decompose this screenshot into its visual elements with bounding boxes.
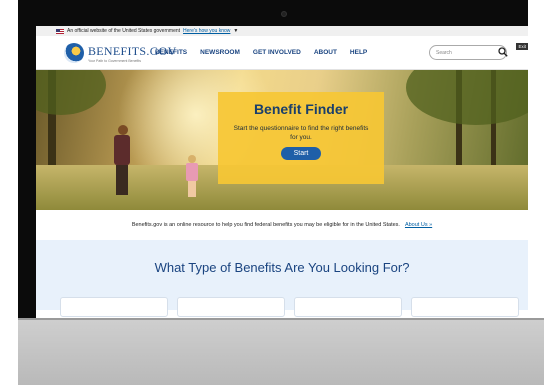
start-button[interactable]: Start bbox=[280, 147, 322, 160]
search-icon[interactable] bbox=[498, 47, 508, 57]
logo-icon bbox=[64, 43, 84, 63]
nav-about[interactable]: ABOUT bbox=[314, 49, 337, 56]
main-nav: BENEFITS NEWSROOM GET INVOLVED ABOUT HEL… bbox=[155, 49, 380, 56]
hero-adult-figure bbox=[111, 125, 133, 195]
about-us-link[interactable]: About Us » bbox=[405, 222, 432, 228]
info-bar: Benefits.gov is an online resource to he… bbox=[36, 210, 528, 240]
hero-foliage bbox=[36, 70, 106, 115]
benefit-types-heading: What Type of Benefits Are You Looking Fo… bbox=[154, 260, 410, 275]
logo-tagline: Your Path to Government Benefits bbox=[88, 58, 141, 63]
benefit-category-card[interactable] bbox=[177, 297, 285, 317]
search-input[interactable]: Search bbox=[429, 45, 507, 60]
monitor: An official website of the United States… bbox=[0, 0, 544, 385]
hero-foliage bbox=[406, 70, 528, 125]
hero-banner: Benefit Finder Start the questionnaire t… bbox=[36, 70, 528, 210]
chevron-down-icon[interactable]: ▼ bbox=[233, 28, 238, 34]
nav-help[interactable]: HELP bbox=[350, 49, 367, 56]
us-flag-icon bbox=[56, 28, 64, 34]
monitor-chin bbox=[18, 318, 544, 385]
hero-child-figure bbox=[185, 155, 199, 197]
benefit-types-section: What Type of Benefits Are You Looking Fo… bbox=[36, 240, 528, 317]
benefit-finder-title: Benefit Finder bbox=[253, 101, 349, 117]
benefit-category-card[interactable] bbox=[294, 297, 402, 317]
info-bar-text: Benefits.gov is an online resource to he… bbox=[131, 222, 400, 228]
nav-get-involved[interactable]: GET INVOLVED bbox=[253, 49, 301, 56]
gov-banner: An official website of the United States… bbox=[36, 26, 528, 36]
browser-screen: An official website of the United States… bbox=[36, 26, 528, 318]
monitor-chin-edge bbox=[18, 318, 544, 320]
benefit-category-card[interactable] bbox=[411, 297, 519, 317]
exit-tab[interactable]: Exit bbox=[516, 43, 528, 50]
camera-icon bbox=[281, 11, 287, 17]
gov-banner-link[interactable]: Here's how you know bbox=[183, 28, 230, 34]
gov-banner-text: An official website of the United States… bbox=[67, 28, 181, 34]
nav-newsroom[interactable]: NEWSROOM bbox=[200, 49, 240, 56]
nav-benefits[interactable]: BENEFITS bbox=[155, 49, 187, 56]
benefit-finder-card: Benefit Finder Start the questionnaire t… bbox=[218, 92, 384, 184]
benefit-category-card[interactable] bbox=[60, 297, 168, 317]
site-header: BENEFITS.GOV Your Path to Government Ben… bbox=[36, 36, 528, 70]
benefit-finder-text: Start the questionnaire to find the righ… bbox=[233, 125, 369, 141]
